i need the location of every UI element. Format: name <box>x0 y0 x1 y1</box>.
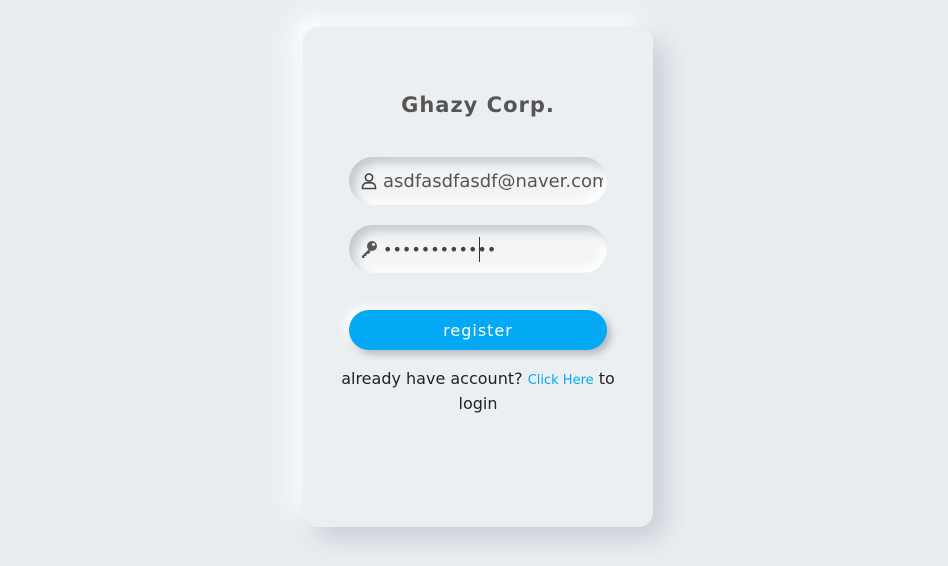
register-card: Ghazy Corp. register already have accoun… <box>303 27 653 527</box>
user-icon <box>359 171 379 191</box>
login-prompt-prefix: already have account? <box>341 369 523 388</box>
login-link[interactable]: Click Here <box>528 373 594 388</box>
login-prompt: already have account? Click Here to logi… <box>323 367 633 415</box>
card-title: Ghazy Corp. <box>401 93 555 117</box>
password-input[interactable] <box>383 225 603 273</box>
text-caret <box>479 237 480 262</box>
register-button[interactable]: register <box>349 310 607 350</box>
password-field[interactable] <box>349 225 607 273</box>
key-icon <box>359 239 379 259</box>
email-input[interactable] <box>383 157 603 205</box>
email-field[interactable] <box>349 157 607 205</box>
